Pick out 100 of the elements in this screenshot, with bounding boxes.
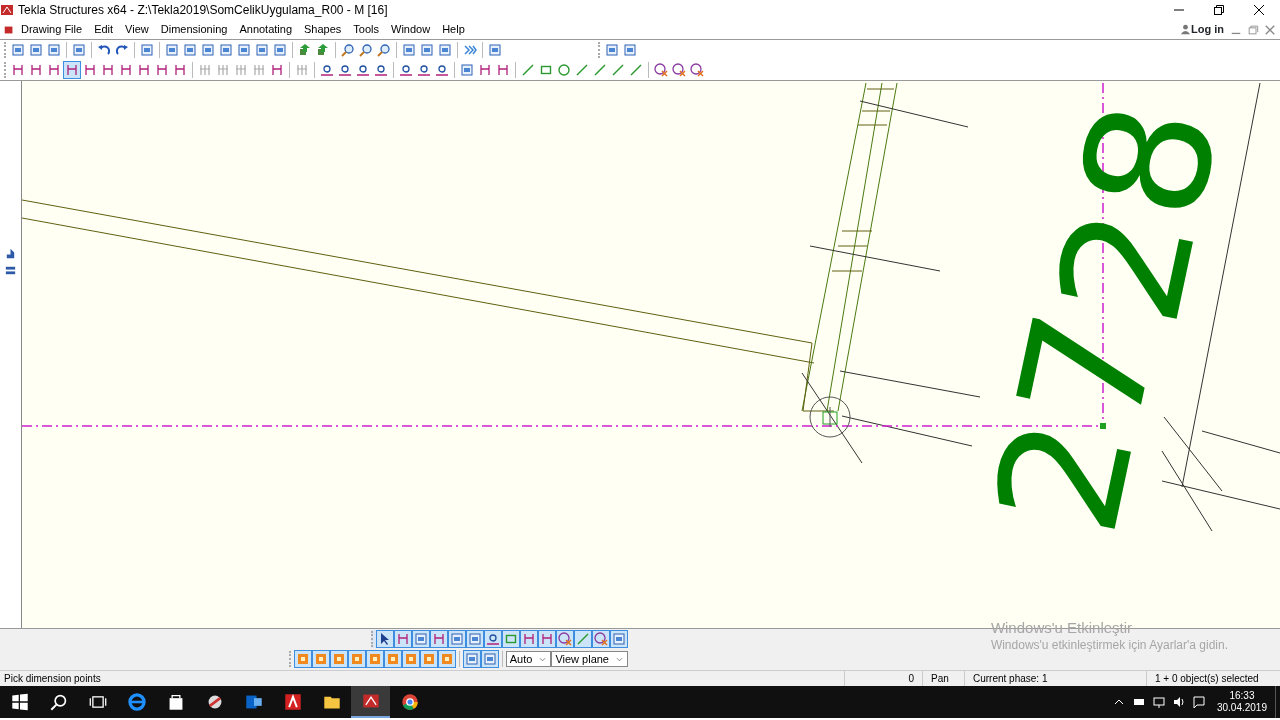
toolbar-button[interactable] — [652, 61, 670, 79]
menu-item[interactable]: Help — [436, 21, 471, 38]
toolbar-button[interactable] — [181, 41, 199, 59]
menu-item[interactable]: Drawing File — [15, 21, 89, 38]
menu-item[interactable]: Annotating — [233, 21, 299, 38]
dimension-icon — [270, 63, 284, 77]
zoom-icon — [359, 43, 373, 57]
toolbar-button[interactable] — [670, 61, 688, 79]
dimension-icon — [198, 63, 212, 77]
document-icon — [237, 43, 251, 57]
mail-icon — [244, 693, 263, 711]
toolbar-button[interactable] — [394, 630, 412, 648]
toolbar-button[interactable] — [70, 41, 88, 59]
toolbar-button[interactable] — [163, 41, 181, 59]
toolbar-button[interactable] — [235, 41, 253, 59]
toolbar-button[interactable] — [610, 630, 628, 648]
mark-icon[interactable] — [4, 247, 17, 260]
mark-icon — [374, 63, 388, 77]
dropdown[interactable]: Auto — [505, 651, 552, 667]
cancel-icon — [654, 63, 668, 77]
search-icon — [49, 693, 68, 711]
toolbar-button[interactable] — [418, 41, 436, 59]
toolbar-button[interactable] — [538, 630, 556, 648]
document-icon — [140, 43, 154, 57]
arrow-icon — [298, 43, 312, 57]
toolbar-button[interactable] — [430, 630, 448, 648]
toolbar-button[interactable] — [376, 630, 394, 648]
toolbar-button[interactable] — [484, 630, 502, 648]
toolbar-button[interactable] — [520, 630, 538, 648]
toolbar-button[interactable] — [400, 41, 418, 59]
close-icon[interactable] — [1252, 3, 1266, 17]
toolbar-button[interactable] — [486, 41, 504, 59]
status-message: Pick dimension points — [3, 672, 102, 686]
menu-item[interactable]: View — [119, 21, 155, 38]
toolbar-button[interactable] — [339, 41, 357, 59]
dimension-icon — [65, 63, 79, 77]
snap-cursor-icon — [809, 396, 851, 438]
menu-item[interactable]: Edit — [88, 21, 120, 38]
restore-icon[interactable] — [1212, 3, 1226, 17]
document-icon — [460, 63, 474, 77]
menu-item[interactable]: Window — [385, 21, 437, 38]
document-icon — [450, 632, 464, 646]
redo-icon — [115, 43, 129, 57]
snap-icon — [385, 652, 400, 666]
volume-icon[interactable] — [1171, 695, 1186, 709]
line-icon — [593, 63, 607, 77]
notification-icon[interactable] — [1191, 695, 1206, 709]
toolbar-button[interactable] — [448, 630, 466, 648]
toolbar-button[interactable] — [556, 630, 574, 648]
clock-date: 30.04.2019 — [1216, 702, 1267, 714]
toolbar-button[interactable] — [27, 41, 45, 59]
document-icon — [29, 43, 43, 57]
snap-icon — [421, 652, 436, 666]
toolbar-button[interactable] — [458, 61, 476, 79]
dimension-icon — [119, 63, 133, 77]
user-icon — [1180, 24, 1191, 35]
dimension-icon — [396, 632, 410, 646]
dimension-icon — [29, 63, 43, 77]
toolbar-button[interactable] — [375, 41, 393, 59]
toolbar-button[interactable] — [199, 41, 217, 59]
clock-time: 16:33 — [1228, 690, 1256, 702]
toolbar-button[interactable] — [592, 630, 610, 648]
toolbar-button[interactable] — [436, 41, 454, 59]
toolbar-button[interactable] — [412, 630, 430, 648]
document-icon — [482, 652, 497, 666]
zoom-icon — [377, 43, 391, 57]
toolbar-button[interactable] — [271, 41, 289, 59]
browser-icon — [127, 693, 146, 711]
mark-icon — [338, 63, 352, 77]
network-icon[interactable] — [1151, 695, 1166, 709]
chevrons-icon — [463, 43, 477, 57]
arrow-icon — [316, 43, 330, 57]
toolbar-button[interactable] — [555, 61, 573, 79]
toolbar-button[interactable] — [603, 41, 621, 59]
line-icon — [611, 63, 625, 77]
toolbar-button[interactable] — [357, 41, 375, 59]
menu-item[interactable]: Tools — [347, 21, 386, 38]
menu-item[interactable]: Dimensioning — [154, 21, 234, 38]
toolbar-button[interactable] — [253, 41, 271, 59]
toolbar-button[interactable] — [688, 61, 706, 79]
line-icon — [575, 63, 589, 77]
dimension-icon — [432, 632, 446, 646]
document-icon — [623, 43, 637, 57]
document-icon — [72, 43, 86, 57]
mark-icon — [320, 63, 334, 77]
window-title: Tekla Structures x64 - Z:\Tekla2019\SomCelikUygulama_R00 - M [16] — [18, 2, 389, 19]
toolbar-button[interactable] — [217, 41, 235, 59]
cancel-icon — [594, 632, 608, 646]
dropdown[interactable]: View plane — [551, 651, 628, 667]
toolbar-button[interactable] — [9, 41, 27, 59]
toolbar-button[interactable] — [621, 41, 639, 59]
toolbar-button[interactable] — [138, 41, 156, 59]
menu-item[interactable]: Shapes — [298, 21, 348, 38]
login-button[interactable]: Log in — [1179, 20, 1225, 39]
toolbar-button[interactable] — [462, 650, 481, 668]
toolbar-button[interactable] — [466, 630, 484, 648]
document-icon — [273, 43, 287, 57]
layers-icon[interactable] — [4, 264, 17, 277]
toolbar-button[interactable] — [45, 41, 63, 59]
toolbar-button[interactable] — [63, 61, 81, 79]
